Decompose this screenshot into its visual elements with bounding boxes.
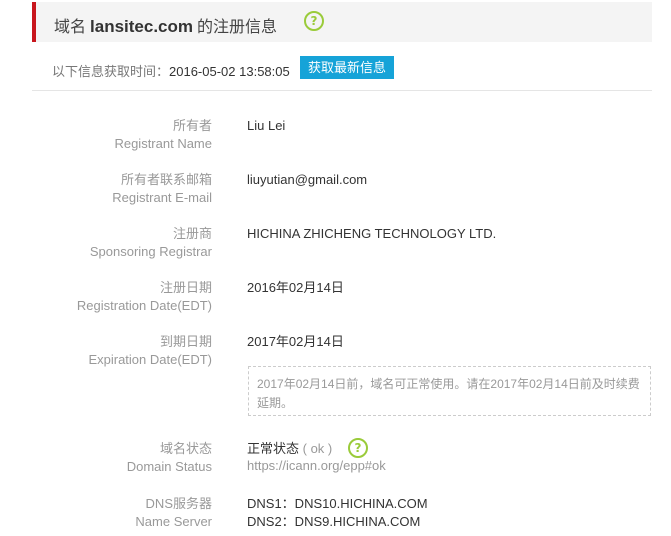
registration-date-label-en: Registration Date(EDT) bbox=[76, 298, 212, 313]
update-time-value: 2016-05-02 13:58:05 bbox=[169, 64, 290, 79]
name-server-label-en: Name Server bbox=[135, 514, 212, 529]
update-time-line: 以下信息获取时间：2016-05-02 13:58:05 bbox=[52, 61, 290, 80]
registrant-name-label-cn: 所有者 bbox=[172, 118, 212, 133]
expiration-date-label-cn: 到期日期 bbox=[159, 334, 212, 349]
title-prefix: 域名 bbox=[54, 19, 87, 36]
domain-status-link[interactable]: https://icann.org/epp#ok bbox=[247, 458, 386, 473]
expiration-date-value: 2017年02月14日 bbox=[247, 334, 344, 349]
divider bbox=[32, 90, 652, 91]
title-domain: lansitec.com bbox=[90, 17, 194, 36]
title-suffix: 的注册信息 bbox=[197, 19, 278, 36]
registrar-label-cn: 注册商 bbox=[172, 226, 212, 241]
name-server-values: DNS1：DNS10.HICHINA.COM DNS2：DNS9.HICHINA… bbox=[247, 495, 428, 531]
update-time-label: 以下信息获取时间： bbox=[52, 64, 170, 79]
registration-date-value: 2016年02月14日 bbox=[247, 280, 344, 295]
domain-status-value: 正常状态 ( ok ) bbox=[247, 440, 332, 458]
expiration-note: 2017年02月14日前，域名可正常使用。请在2017年02月14日前及时续费延… bbox=[248, 366, 651, 416]
domain-status-label-en: Domain Status bbox=[126, 459, 212, 474]
dns2-value: DNS2：DNS9.HICHINA.COM bbox=[247, 514, 421, 529]
name-server-label-cn: DNS服务器 bbox=[145, 496, 212, 511]
registrant-email-label: 所有者联系邮箱 Registrant E-mail bbox=[112, 171, 212, 207]
registrar-value: HICHINA ZHICHENG TECHNOLOGY LTD. bbox=[247, 226, 497, 241]
registrant-email-value: liuyutian@gmail.com bbox=[247, 172, 368, 187]
domain-status-text: 正常状态 bbox=[247, 441, 300, 456]
registrar-label: 注册商 Sponsoring Registrar bbox=[90, 225, 212, 261]
expiration-date-label: 到期日期 Expiration Date(EDT) bbox=[88, 333, 212, 369]
dns1-value: DNS1：DNS10.HICHINA.COM bbox=[247, 496, 428, 511]
registrant-name-label: 所有者 Registrant Name bbox=[114, 117, 212, 153]
refresh-button[interactable]: 获取最新信息 bbox=[300, 56, 394, 79]
registrant-name-label-en: Registrant Name bbox=[114, 136, 212, 151]
domain-status-code: ( ok ) bbox=[302, 441, 333, 456]
registrant-email-label-cn: 所有者联系邮箱 bbox=[120, 172, 212, 187]
name-server-label: DNS服务器 Name Server bbox=[135, 495, 212, 531]
domain-status-label: 域名状态 Domain Status bbox=[127, 440, 212, 476]
domain-status-label-cn: 域名状态 bbox=[159, 441, 212, 456]
registration-date-label: 注册日期 Registration Date(EDT) bbox=[77, 279, 212, 315]
page-header: 域名 lansitec.com 的注册信息 ? bbox=[32, 2, 652, 42]
question-circle-icon[interactable]: ? bbox=[304, 11, 324, 31]
registrant-name-value: Liu Lei bbox=[247, 118, 286, 133]
registrar-label-en: Sponsoring Registrar bbox=[89, 244, 212, 259]
expiration-date-label-en: Expiration Date(EDT) bbox=[88, 352, 212, 367]
page-title: 域名 lansitec.com 的注册信息 bbox=[54, 13, 277, 37]
question-circle-icon[interactable]: ? bbox=[348, 438, 368, 458]
registration-date-label-cn: 注册日期 bbox=[159, 280, 212, 295]
registrant-email-label-en: Registrant E-mail bbox=[112, 190, 212, 205]
